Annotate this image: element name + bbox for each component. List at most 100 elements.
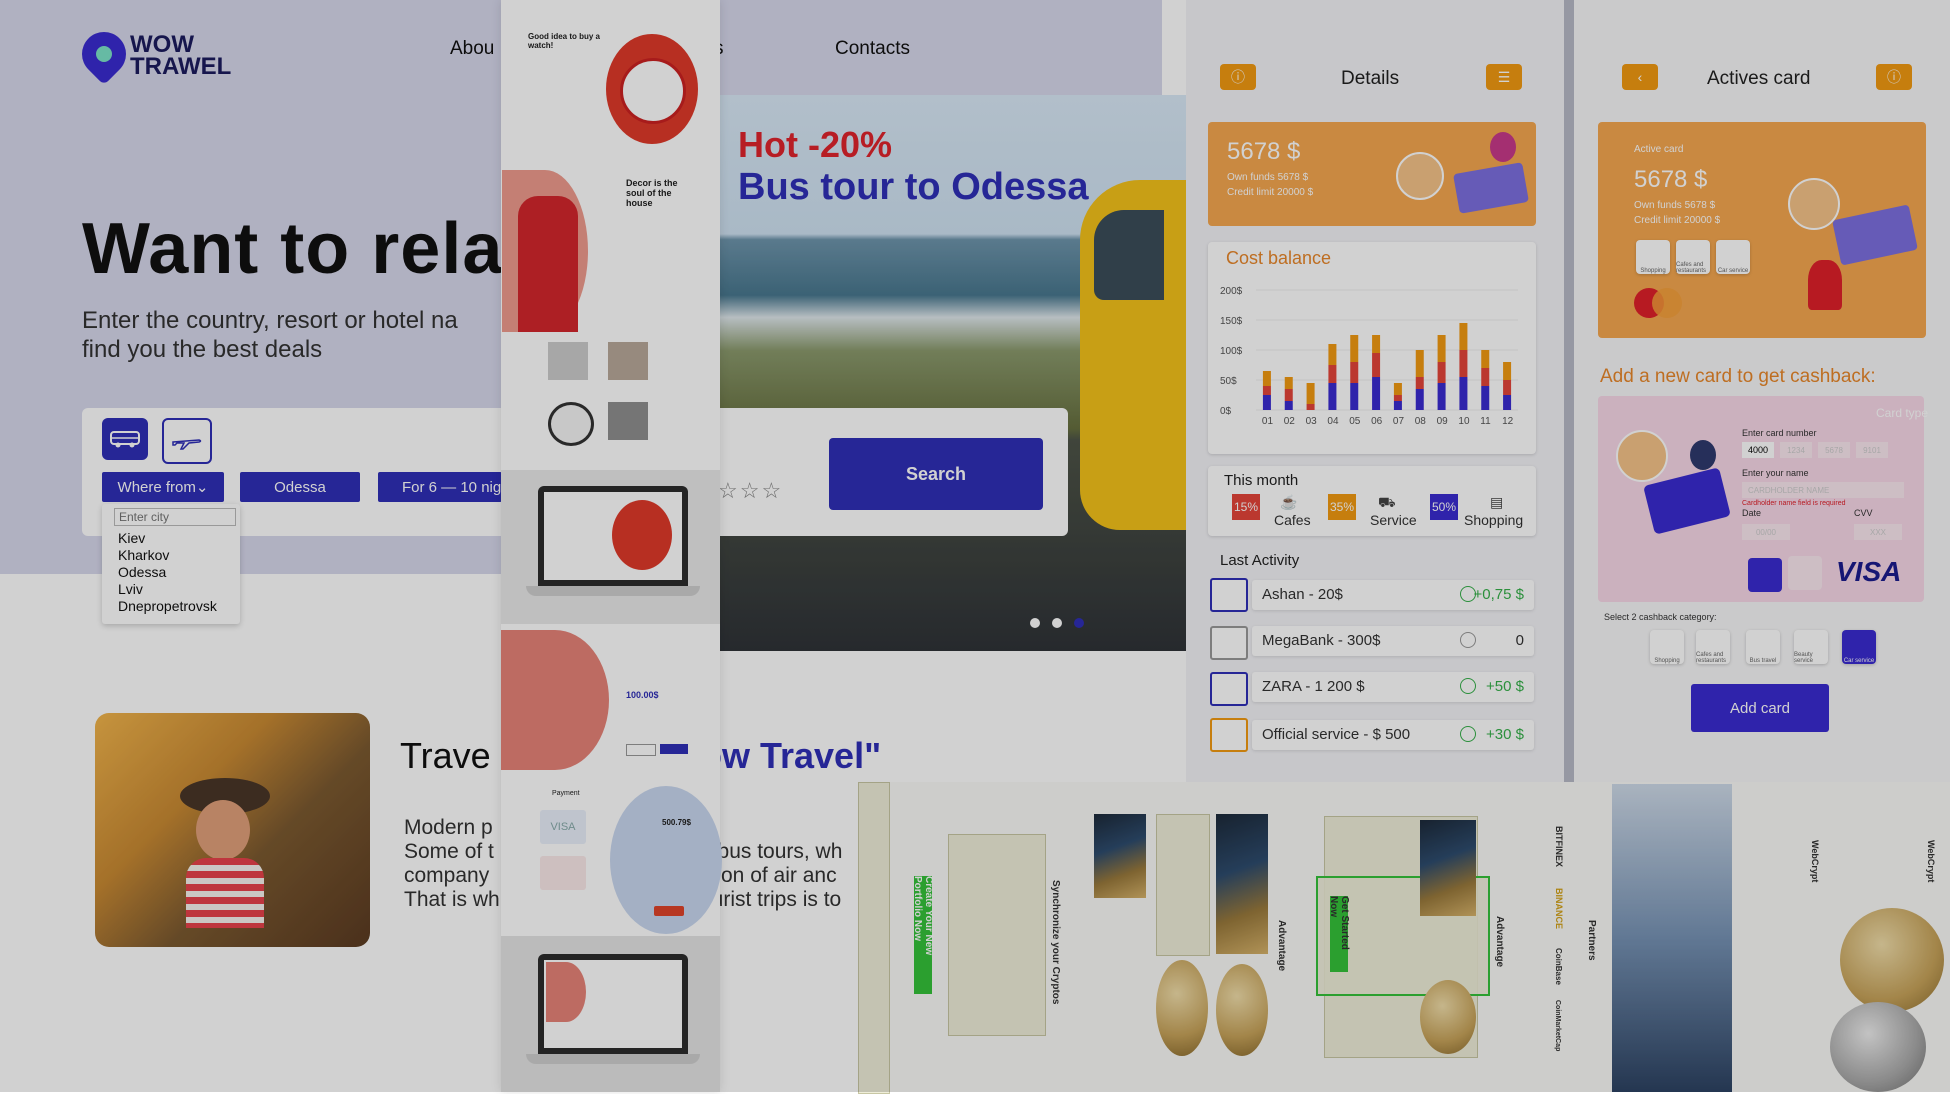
nav-about[interactable]: Abou: [450, 38, 494, 60]
bar-service-07[interactable]: [1393, 383, 1402, 395]
bar-service-01[interactable]: [1262, 371, 1271, 386]
city-option[interactable]: Dnepropetrovsk: [118, 598, 217, 614]
add-card-button[interactable]: Add card: [1691, 684, 1829, 732]
cashback-category-car-service[interactable]: Car service: [1842, 630, 1876, 664]
plane-mode-button[interactable]: [162, 418, 212, 464]
bar-shopping-11[interactable]: [1481, 386, 1490, 410]
bitcoin-coin: [1216, 964, 1268, 1056]
cashback-category-shopping[interactable]: Shopping: [1650, 630, 1684, 664]
y-tick-label: 200$: [1220, 286, 1243, 297]
product-thumb[interactable]: [608, 402, 648, 440]
bar-service-08[interactable]: [1415, 350, 1424, 377]
visa-logo[interactable]: VISA: [1836, 556, 1901, 588]
filter-button[interactable]: ☰: [1486, 64, 1522, 90]
info-button[interactable]: ⓘ: [1876, 64, 1912, 90]
cardholder-name-input[interactable]: CARDHOLDER NAME: [1742, 482, 1904, 498]
city-option[interactable]: Kiev: [118, 530, 145, 546]
bar-shopping-08[interactable]: [1415, 389, 1424, 410]
activity-row[interactable]: Ashan - 20$ +0,75 $: [1252, 580, 1534, 610]
create-portfolio-button[interactable]: Create Your New Portfolio Now: [912, 876, 934, 994]
bar-shopping-02[interactable]: [1284, 401, 1293, 410]
partner-binance: BINANCE: [1554, 888, 1564, 930]
back-button[interactable]: ‹: [1622, 64, 1658, 90]
activity-name: Official service - $ 500: [1262, 726, 1411, 743]
bar-cafes-02[interactable]: [1284, 389, 1293, 401]
bar-cafes-12[interactable]: [1503, 380, 1512, 395]
bar-cafes-11[interactable]: [1481, 368, 1490, 386]
slider-dot[interactable]: [1030, 618, 1040, 628]
bar-shopping-10[interactable]: [1459, 377, 1468, 410]
bar-service-06[interactable]: [1372, 335, 1381, 353]
duration-select[interactable]: For 6 — 10 nig: [378, 472, 502, 502]
date-input[interactable]: 00/00: [1742, 524, 1790, 540]
bar-shopping-06[interactable]: [1372, 377, 1381, 410]
bar-shopping-09[interactable]: [1437, 383, 1446, 410]
bus-mode-button[interactable]: [102, 418, 148, 460]
mini-category-shopping[interactable]: Shopping: [1636, 240, 1670, 274]
bar-service-09[interactable]: [1437, 335, 1446, 362]
bar-service-04[interactable]: [1328, 344, 1337, 365]
bar-cafes-06[interactable]: [1372, 353, 1381, 377]
x-tick-label: 06: [1371, 416, 1383, 427]
card-number-field-4[interactable]: 9101: [1856, 442, 1888, 458]
x-tick-label: 08: [1415, 416, 1427, 427]
cashback-category-beauty[interactable]: Beauty service: [1794, 630, 1828, 664]
bar-service-11[interactable]: [1481, 350, 1490, 368]
bar-cafes-07[interactable]: [1393, 395, 1402, 401]
bar-service-10[interactable]: [1459, 323, 1468, 350]
mockup-button[interactable]: [660, 744, 688, 754]
bar-shopping-04[interactable]: [1328, 383, 1337, 410]
shopping-label: Shopping: [1464, 512, 1524, 528]
card-type-selected[interactable]: [1748, 558, 1782, 592]
mockup-button[interactable]: [626, 744, 656, 756]
city-option[interactable]: Odessa: [118, 564, 166, 580]
get-started-button[interactable]: Get Started Now: [1328, 896, 1350, 972]
bar-service-02[interactable]: [1284, 377, 1293, 389]
mini-category-car-service[interactable]: Car service: [1716, 240, 1750, 274]
bar-cafes-10[interactable]: [1459, 350, 1468, 377]
nav-contacts[interactable]: Contacts: [835, 38, 910, 60]
info-button[interactable]: ⓘ: [1220, 64, 1256, 90]
activity-row[interactable]: Official service - $ 500 +30 $: [1252, 720, 1534, 750]
mini-category-cafes[interactable]: Cafes and restaurants: [1676, 240, 1710, 274]
x-tick-label: 09: [1437, 416, 1449, 427]
mockup-mastercard[interactable]: [540, 856, 586, 890]
bar-shopping-12[interactable]: [1503, 395, 1512, 410]
bar-shopping-01[interactable]: [1262, 395, 1271, 410]
bar-service-03[interactable]: [1306, 383, 1315, 404]
bar-cafes-04[interactable]: [1328, 365, 1337, 383]
slider-dot[interactable]: [1052, 618, 1062, 628]
bar-cafes-01[interactable]: [1262, 386, 1271, 395]
cashback-category-bus[interactable]: Bus travel: [1746, 630, 1780, 664]
mockup-visa-card[interactable]: VISA: [540, 810, 586, 844]
card-number-field-1[interactable]: 4000: [1742, 442, 1774, 458]
search-button[interactable]: Search: [829, 438, 1043, 510]
cashback-category-cafes[interactable]: Cafes and restaurants: [1696, 630, 1730, 664]
where-from-select[interactable]: Where from ⌄: [102, 472, 224, 502]
card-number-field-2[interactable]: 1234: [1780, 442, 1812, 458]
slider-dot-active[interactable]: [1074, 618, 1084, 628]
city-search-input[interactable]: [114, 508, 236, 526]
bar-cafes-05[interactable]: [1350, 362, 1359, 383]
city-option[interactable]: Lviv: [118, 581, 143, 597]
rating-stars[interactable]: ☆☆☆: [718, 478, 783, 504]
activity-row[interactable]: ZARA - 1 200 $ +50 $: [1252, 672, 1534, 702]
card-type-option[interactable]: [1788, 556, 1822, 590]
bar-service-12[interactable]: [1503, 362, 1512, 380]
mockup-pay-button[interactable]: [654, 906, 684, 916]
bar-cafes-03[interactable]: [1306, 404, 1315, 410]
bar-shopping-07[interactable]: [1393, 401, 1402, 410]
bar-cafes-08[interactable]: [1415, 377, 1424, 389]
logo[interactable]: WOW TRAWEL: [130, 33, 231, 79]
cvv-input[interactable]: XXX: [1854, 524, 1902, 540]
card-number-field-3[interactable]: 5678: [1818, 442, 1850, 458]
product-thumb-clock[interactable]: [548, 402, 594, 446]
bar-shopping-05[interactable]: [1350, 383, 1359, 410]
product-thumb[interactable]: [548, 342, 588, 380]
city-option[interactable]: Kharkov: [118, 547, 169, 563]
bar-service-05[interactable]: [1350, 335, 1359, 362]
destination-select[interactable]: Odessa: [240, 472, 360, 502]
bar-cafes-09[interactable]: [1437, 362, 1446, 383]
activity-row[interactable]: MegaBank - 300$ 0: [1252, 626, 1534, 656]
product-thumb[interactable]: [608, 342, 648, 380]
